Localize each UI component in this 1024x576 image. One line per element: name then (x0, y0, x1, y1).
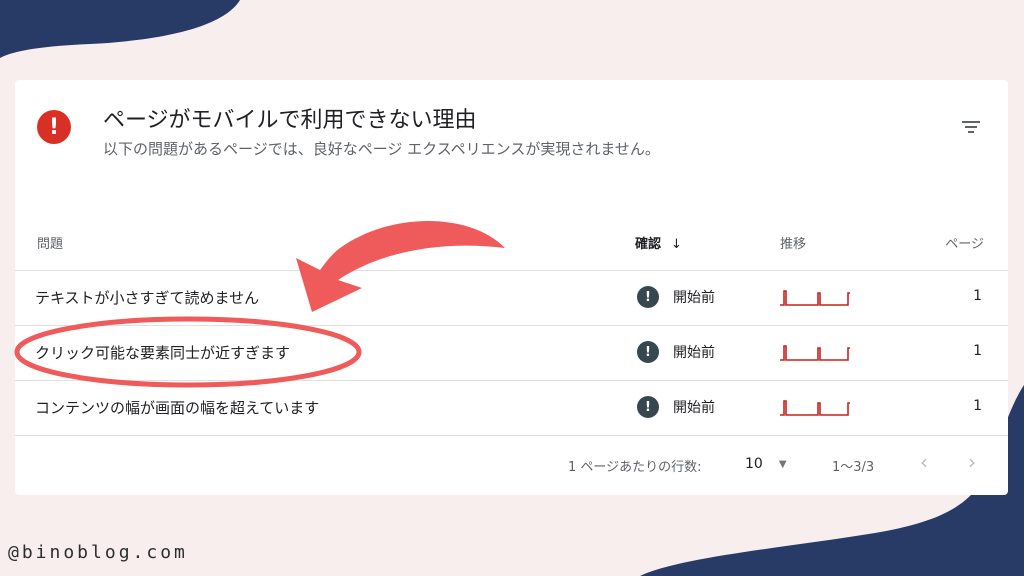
previous-page-icon[interactable]: ‹ (920, 450, 928, 474)
trend-sparkline (780, 290, 850, 306)
rows-per-page-value: 10 (745, 456, 763, 472)
row-divider (15, 435, 1008, 436)
sort-arrow-icon: ↓ (671, 237, 682, 252)
column-header-issue[interactable]: 問題 (37, 233, 63, 252)
table-row[interactable]: コンテンツの幅が画面の幅を超えています ! 開始前 1 (15, 381, 1008, 435)
status-label: 開始前 (673, 345, 715, 361)
trend-sparkline (780, 345, 850, 361)
pagination-range: 1〜3/3 (832, 460, 875, 475)
card-title: ページがモバイルで利用できない理由 (103, 108, 477, 133)
status-alert-icon: ! (637, 396, 659, 418)
watermark-handle: @binoblog.com (8, 542, 188, 563)
status-label: 開始前 (673, 290, 715, 306)
filter-icon[interactable] (960, 118, 982, 136)
rows-per-page-label: 1 ページあたりの行数: (568, 460, 702, 475)
status-cell: ! 開始前 (637, 341, 715, 363)
trend-sparkline (780, 400, 850, 416)
top-left-blob (0, 0, 240, 58)
issue-label: コンテンツの幅が画面の幅を超えています (35, 399, 320, 417)
card-subtitle: 以下の問題があるページでは、良好なページ エクスペリエンスが実現されません。 (103, 140, 660, 158)
status-alert-icon: ! (637, 286, 659, 308)
rows-per-page-select[interactable]: 10 ▼ (745, 456, 787, 472)
status-label: 開始前 (673, 400, 715, 416)
dropdown-caret-icon: ▼ (778, 458, 787, 470)
status-alert-icon: ! (637, 341, 659, 363)
issue-label: テキストが小さすぎて読めません (35, 289, 260, 307)
page-count: 1 (973, 288, 982, 304)
issue-label: クリック可能な要素同士が近すぎます (35, 344, 291, 362)
column-header-confirm-label: 確認 (635, 237, 662, 252)
page-count: 1 (973, 343, 982, 359)
table-row[interactable]: テキストが小さすぎて読めません ! 開始前 1 (15, 271, 1008, 325)
error-icon: ! (37, 110, 71, 144)
mobile-usability-card: ! ページがモバイルで利用できない理由 以下の問題があるページでは、良好なページ… (15, 80, 1008, 495)
column-header-trend[interactable]: 推移 (780, 233, 806, 252)
column-header-confirm[interactable]: 確認 ↓ (635, 233, 682, 252)
status-cell: ! 開始前 (637, 396, 715, 418)
next-page-icon[interactable]: › (968, 450, 976, 474)
page-count: 1 (973, 398, 982, 414)
table-row[interactable]: クリック可能な要素同士が近すぎます ! 開始前 1 (15, 326, 1008, 380)
column-header-pages[interactable]: ページ (945, 233, 984, 252)
status-cell: ! 開始前 (637, 286, 715, 308)
